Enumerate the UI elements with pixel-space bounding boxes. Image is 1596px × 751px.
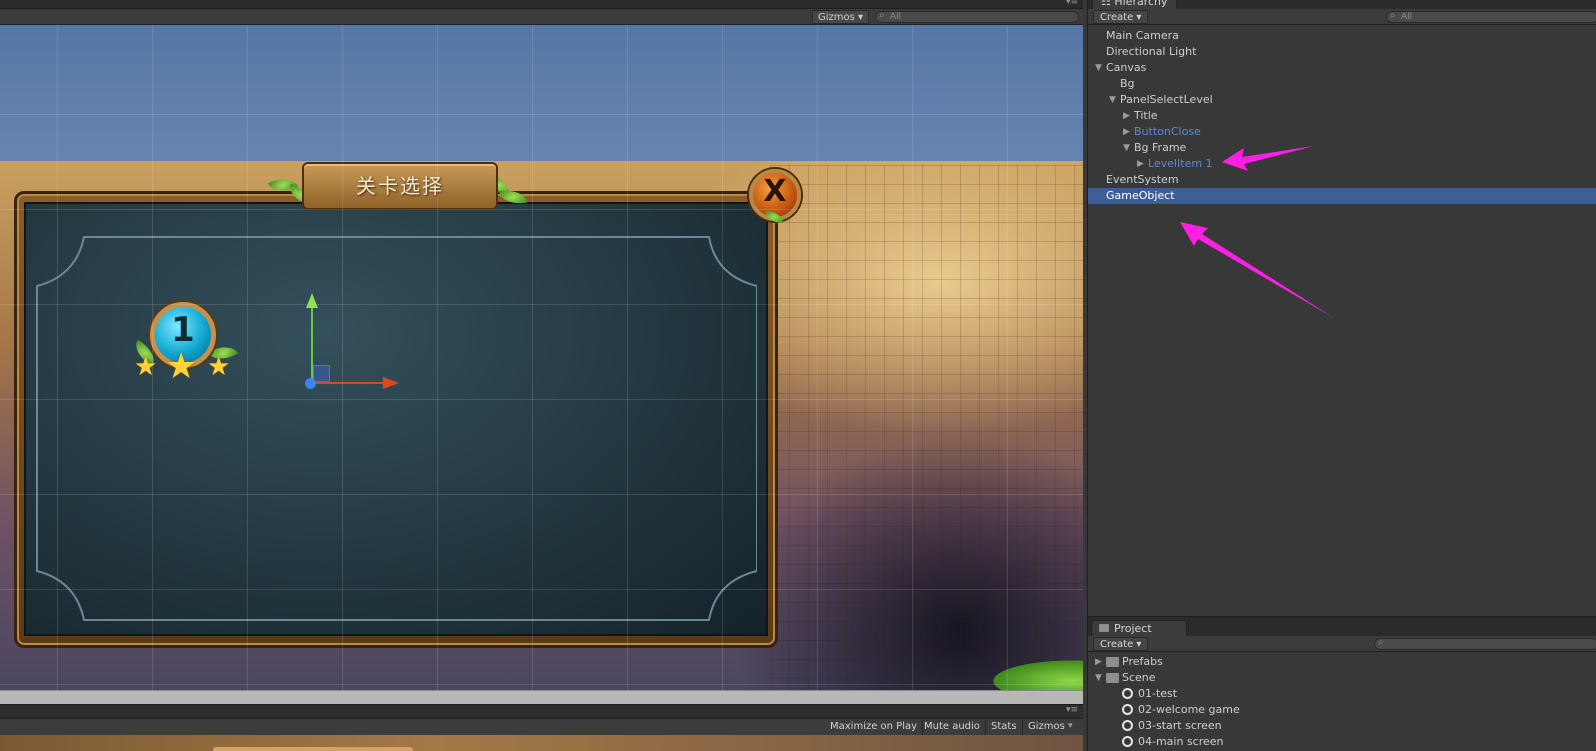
move-gizmo-y-arrow-icon[interactable] [306,293,318,308]
hierarchy-item-label: ButtonClose [1134,125,1201,138]
game-toolbar: Maximize on Play Mute audio Stats Gizmos… [0,718,1083,735]
game-panel-menu-icon[interactable]: ▾≡ [1066,705,1078,715]
project-search-input[interactable] [1374,638,1596,650]
hierarchy-item[interactable]: ▶ LevelItem 1 [1088,156,1596,172]
maximize-on-play-toggle[interactable]: Maximize on Play [825,720,924,735]
star-icon: ★ [207,352,231,382]
corner-leaves-decoration [980,657,1083,690]
collapsed-triangle-icon[interactable]: ▶ [1137,156,1144,172]
close-icon: X [763,174,787,209]
hierarchy-item-label: Title [1134,109,1158,122]
annotation-arrow-icon [1222,146,1314,171]
star-icon: ★ [165,346,198,387]
project-scene-item[interactable]: 04-main screen [1088,734,1596,750]
project-item-label: 01-test [1138,687,1178,700]
hierarchy-create-button[interactable]: Create ▾ [1093,10,1149,24]
game-gizmos-dropdown[interactable]: Gizmos [1023,720,1070,735]
hierarchy-item-label: Directional Light [1106,45,1197,58]
expanded-triangle-icon[interactable]: ▼ [1095,60,1102,76]
panel-title: 关卡选择 [356,174,444,198]
project-scene-item[interactable]: 02-welcome game [1088,702,1596,718]
hierarchy-item[interactable]: ▼ PanelSelectLevel [1088,92,1596,108]
game-preview-title-plank [213,747,413,751]
folder-icon [1099,624,1109,632]
hierarchy-search-input[interactable]: All [1386,11,1596,23]
project-item-label: Prefabs [1122,655,1163,668]
hierarchy-tab-strip: ☷ Hierarchy [1088,0,1596,9]
hierarchy-item[interactable]: ▶ Title [1088,108,1596,124]
scene-toolbar: Gizmos ▾ All [0,9,1083,25]
scene-search-input[interactable]: All [875,11,1079,23]
project-panel: Project Create ▾ ▶ Prefabs ▼ Scene 01-test 02… [1087,616,1596,751]
expanded-triangle-icon[interactable]: ▼ [1109,92,1116,108]
expanded-triangle-icon[interactable]: ▼ [1123,140,1130,156]
hierarchy-item[interactable]: GameObject [1088,188,1596,204]
scene-tab-strip: ▾≡ [0,0,1083,9]
mute-audio-toggle[interactable]: Mute audio [919,720,986,735]
hierarchy-item-label: Canvas [1106,61,1147,74]
hierarchy-item[interactable]: Main Camera [1088,28,1596,44]
unity-scene-icon [1122,688,1133,699]
move-gizmo-center[interactable] [305,378,316,389]
stats-toggle[interactable]: Stats [986,720,1023,735]
move-gizmo-x-axis[interactable] [313,382,385,384]
project-item-label: Scene [1122,671,1156,684]
project-folder-item[interactable]: ▶ Prefabs [1088,654,1596,670]
hierarchy-item-label: Bg Frame [1134,141,1187,154]
project-scene-item[interactable]: 03-start screen [1088,718,1596,734]
unity-scene-icon [1122,704,1133,715]
tab-hierarchy-label: Hierarchy [1114,0,1168,8]
hierarchy-item[interactable]: ▼ Canvas [1088,60,1596,76]
unity-scene-icon [1122,736,1133,747]
project-item-label: 04-main screen [1138,735,1224,748]
hierarchy-item-label: Bg [1120,77,1135,90]
hierarchy-item-label: LevelItem 1 [1148,157,1213,170]
project-create-button[interactable]: Create ▾ [1093,637,1149,651]
annotation-arrow-icon [1180,222,1334,318]
level-number: 1 [171,310,195,350]
hierarchy-item-label: EventSystem [1106,173,1179,186]
tab-hierarchy[interactable]: ☷ Hierarchy [1092,0,1177,9]
move-gizmo-plane-handle[interactable] [313,365,330,382]
project-scene-item[interactable]: 01-test [1088,686,1596,702]
board-inner-border [36,236,757,621]
folder-icon [1106,657,1119,667]
hierarchy-item-label: PanelSelectLevel [1120,93,1213,106]
hierarchy-item[interactable]: ▶ ButtonClose [1088,124,1596,140]
tab-project[interactable]: Project [1091,620,1187,636]
hierarchy-item-label: Main Camera [1106,29,1179,42]
star-icon: ★ [134,352,158,382]
hierarchy-item[interactable]: EventSystem [1088,172,1596,188]
collapsed-triangle-icon[interactable]: ▶ [1123,108,1130,124]
hierarchy-item[interactable]: Bg [1088,76,1596,92]
game-gizmos-chevron-icon[interactable]: ▾ [1068,721,1073,731]
scene-horizontal-scrollbar[interactable] [0,690,1083,704]
collapsed-triangle-icon[interactable]: ▶ [1095,654,1102,670]
project-item-label: 03-start screen [1138,719,1222,732]
project-folder-item[interactable]: ▼ Scene [1088,670,1596,686]
folder-icon [1106,673,1119,683]
hierarchy-item-label: GameObject [1106,189,1175,202]
move-gizmo-x-arrow-icon[interactable] [383,377,399,389]
hierarchy-item[interactable]: Directional Light [1088,44,1596,60]
game-tab-strip: ▾≡ [0,704,1083,718]
collapsed-triangle-icon[interactable]: ▶ [1123,124,1130,140]
sky-background [0,25,1083,161]
hierarchy-item[interactable]: ▼ Bg Frame [1088,140,1596,156]
project-toolbar: Create ▾ [1088,636,1596,652]
panel-menu-icon[interactable]: ▾≡ [1066,0,1078,7]
hierarchy-list-icon: ☷ [1101,0,1115,8]
project-tab-strip: Project [1088,617,1596,636]
project-item-label: 02-welcome game [1138,703,1240,716]
gizmos-dropdown[interactable]: Gizmos ▾ [812,10,870,24]
hierarchy-toolbar: Create ▾ All [1088,9,1596,25]
scene-view-panel: ▾≡ Gizmos ▾ All 关卡选择 X 1 ★ ★ ★ [0,0,1083,751]
game-view-preview [0,735,1083,751]
expanded-triangle-icon[interactable]: ▼ [1095,670,1102,686]
scene-fine-grid [770,165,1083,690]
scene-viewport[interactable]: 关卡选择 X 1 ★ ★ ★ [0,25,1083,690]
hierarchy-panel: ☷ Hierarchy Create ▾ All Main Camera Dire… [1087,0,1596,616]
unity-scene-icon [1122,720,1133,731]
tab-project-label: Project [1114,622,1152,635]
